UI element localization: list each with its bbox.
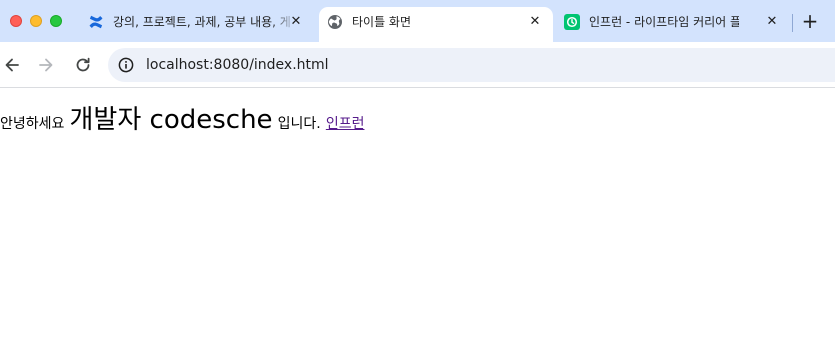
page-content: 안녕하세요 개발자 codesche 입니다. 인프런 [0, 99, 364, 136]
window-minimize-button[interactable] [30, 15, 42, 27]
tab-title: 타이틀 화면 [352, 15, 412, 29]
new-tab-button[interactable]: + [799, 10, 821, 32]
back-arrow-icon[interactable] [2, 55, 22, 75]
url-text[interactable]: localhost:8080/index.html [146, 56, 329, 74]
reload-icon[interactable] [73, 55, 93, 75]
tab-title: 강의, 프로젝트, 과제, 공부 내용, 게 [113, 15, 291, 29]
toolbar: localhost:8080/index.html [0, 42, 835, 88]
greeting-text: 안녕하세요 [0, 116, 65, 132]
window-maximize-button[interactable] [50, 15, 62, 27]
site-info-icon[interactable] [118, 57, 134, 73]
tab-close-button[interactable]: ✕ [527, 14, 543, 30]
tab-confluence[interactable]: 강의, 프로젝트, 과제, 공부 내용, 게 ✕ [80, 7, 315, 42]
inflearn-link[interactable]: 인프런 [326, 116, 365, 132]
confluence-icon [89, 15, 103, 29]
tab-inflearn[interactable]: 인프런 - 라이프타임 커리어 플랫폼 ✕ [556, 7, 788, 42]
tab-separator [792, 14, 793, 32]
address-bar[interactable]: localhost:8080/index.html [108, 48, 835, 82]
window-close-button[interactable] [10, 15, 22, 27]
developer-heading: 개발자 codesche [69, 105, 273, 135]
inflearn-icon [564, 14, 580, 30]
tab-strip: 강의, 프로젝트, 과제, 공부 내용, 게 ✕ 타이틀 화면 ✕ 인프런 - … [0, 0, 835, 42]
globe-icon [328, 15, 342, 29]
suffix-text: 입니다. [277, 116, 321, 132]
tab-close-button[interactable]: ✕ [288, 14, 304, 30]
tab-active-title-screen[interactable]: 타이틀 화면 ✕ [319, 7, 553, 42]
forward-arrow-icon[interactable] [36, 55, 56, 75]
tab-close-button[interactable]: ✕ [764, 14, 780, 30]
tab-title: 인프런 - 라이프타임 커리어 플랫폼 [589, 15, 739, 29]
